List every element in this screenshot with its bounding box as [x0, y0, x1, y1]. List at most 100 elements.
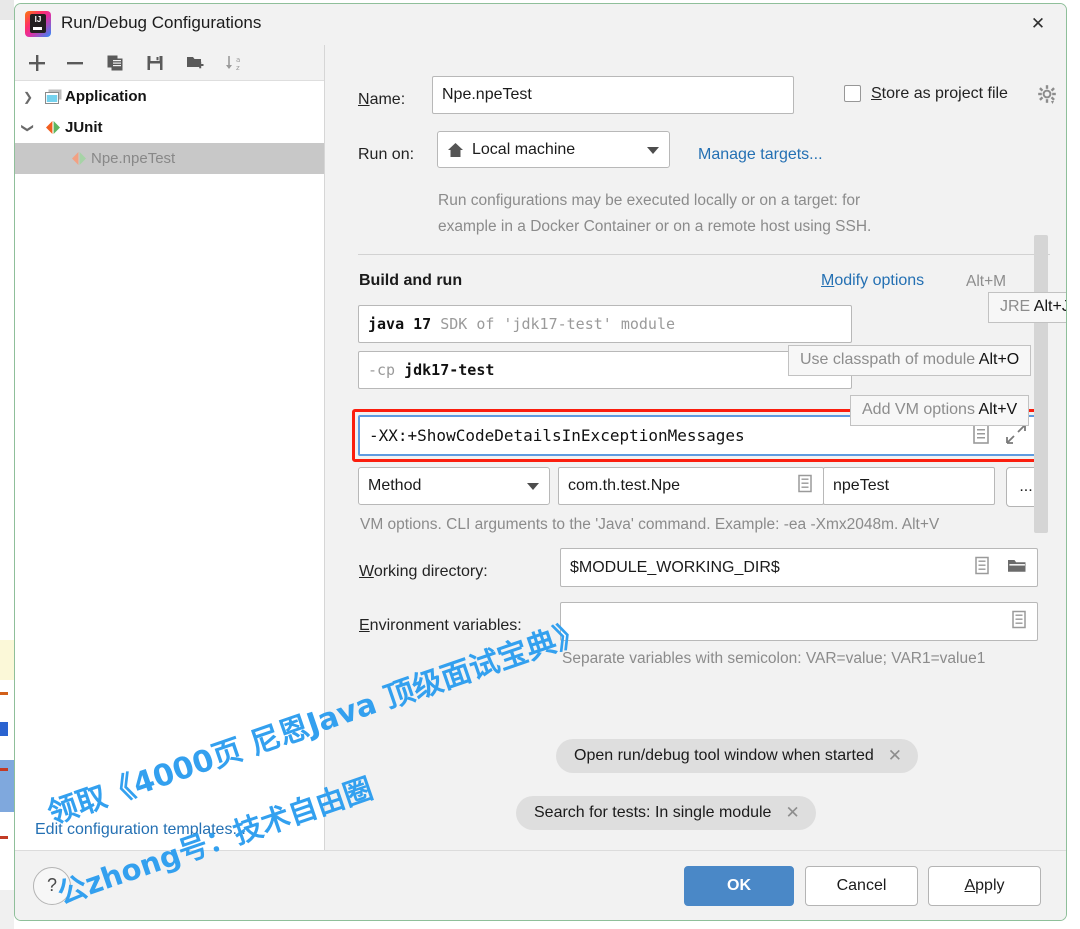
- screenshot-root: IJ Run/Debug Configurations ✕ a z ❯ Appl…: [0, 0, 1080, 929]
- chip-label: Open run/debug tool window when started: [574, 747, 874, 764]
- junit-icon: [41, 120, 65, 135]
- manage-targets-link[interactable]: Manage targets...: [698, 146, 823, 164]
- run-on-value: Local machine: [472, 140, 576, 158]
- section-divider: [358, 254, 1050, 255]
- test-class-value: com.th.test.Npe: [568, 477, 681, 494]
- working-directory-input[interactable]: $MODULE_WORKING_DIR$: [560, 548, 1038, 587]
- folder-add-icon: [186, 54, 204, 72]
- run-on-label: Run on:: [358, 146, 415, 163]
- run-debug-configurations-dialog: IJ Run/Debug Configurations ✕ a z ❯ Appl…: [14, 3, 1067, 921]
- chip-open-run-debug-tool-window[interactable]: Open run/debug tool window when started …: [556, 739, 918, 773]
- add-configuration-button[interactable]: [23, 49, 51, 77]
- minus-icon: [66, 54, 84, 72]
- backdrop-strip: [0, 890, 14, 929]
- name-label: NName:ame:: [358, 91, 406, 108]
- backdrop-strip: [0, 722, 8, 736]
- working-directory-value: $MODULE_WORKING_DIR$: [570, 558, 780, 576]
- list-icon[interactable]: [974, 556, 990, 579]
- help-icon: ?: [46, 875, 57, 895]
- chevron-down-icon[interactable]: ❯: [21, 115, 35, 141]
- folder-icon[interactable]: [1007, 557, 1027, 579]
- test-method-value: npeTest: [833, 477, 890, 494]
- copy-icon: [106, 54, 124, 72]
- tree-toolbar: a z: [15, 45, 324, 81]
- dialog-title: Run/Debug Configurations: [61, 13, 262, 32]
- tooltip-add-vm-options: Add VM options Alt+V: [850, 395, 1030, 426]
- backdrop-strip: [0, 640, 14, 680]
- run-on-dropdown[interactable]: Local machine: [437, 131, 670, 168]
- home-icon: [447, 142, 464, 158]
- backdrop-strip: [0, 768, 8, 771]
- tree-item-junit[interactable]: ❯ JUnit: [15, 112, 324, 143]
- tooltip-use-classpath-of-module: Use classpath of module Alt+O: [788, 345, 1032, 376]
- sort-az-icon: a z: [225, 54, 245, 72]
- modify-options-shortcut: Alt+M: [966, 273, 1007, 290]
- store-as-project-file-checkbox[interactable]: [844, 85, 861, 102]
- configurations-tree: ❯ Application ❯ JUnit Npe.npeTest: [15, 81, 324, 851]
- environment-variables-label: Environment variables:: [359, 617, 522, 634]
- classpath-field-prefix: -cp: [368, 361, 396, 379]
- chevron-down-icon: [647, 146, 659, 154]
- vm-options-hint: VM options. CLI arguments to the 'Java' …: [360, 516, 940, 533]
- tree-item-npe-npetest[interactable]: Npe.npeTest: [15, 143, 324, 174]
- test-class-input[interactable]: com.th.test.Npe: [558, 467, 824, 505]
- name-input[interactable]: Npe.npeTest: [432, 76, 794, 114]
- chip-label: Search for tests: In single module: [534, 804, 772, 821]
- tree-item-label: Application: [65, 88, 147, 105]
- remove-configuration-button[interactable]: [61, 49, 89, 77]
- cancel-button[interactable]: Cancel: [805, 866, 918, 906]
- close-icon[interactable]: ✕: [1024, 10, 1052, 38]
- run-on-description-line2: example in a Docker Container or on a re…: [438, 218, 872, 235]
- chevron-down-icon: [527, 483, 539, 490]
- environment-variables-input[interactable]: [560, 602, 1038, 641]
- sort-configurations-button[interactable]: a z: [221, 49, 249, 77]
- close-icon[interactable]: ✕: [888, 746, 902, 766]
- configuration-form-panel: NName:ame: Npe.npeTest Store as project …: [326, 45, 1066, 851]
- chevron-right-icon[interactable]: ❯: [15, 90, 41, 104]
- help-button[interactable]: ?: [33, 867, 71, 905]
- build-and-run-header: Build and run: [359, 272, 463, 289]
- tree-item-application[interactable]: ❯ Application: [15, 81, 324, 112]
- jre-field-suffix: SDK of 'jdk17-test' module: [440, 315, 676, 333]
- list-icon[interactable]: [797, 474, 813, 498]
- jre-field[interactable]: java 17 SDK of 'jdk17-test' module: [358, 305, 852, 343]
- apply-button[interactable]: Apply: [928, 866, 1041, 906]
- svg-text:z: z: [236, 64, 240, 72]
- content-scrollbar-track[interactable]: [1034, 45, 1048, 851]
- ok-button[interactable]: OK: [684, 866, 794, 906]
- save-configuration-button[interactable]: [141, 49, 169, 77]
- list-icon[interactable]: [1011, 610, 1027, 633]
- run-on-description-line1: Run configurations may be executed local…: [438, 192, 861, 209]
- expand-icon[interactable]: [1006, 423, 1026, 448]
- tree-item-label: Npe.npeTest: [91, 150, 176, 167]
- save-icon: [146, 54, 164, 72]
- close-icon[interactable]: ✕: [785, 803, 799, 823]
- chip-search-for-tests[interactable]: Search for tests: In single module ✕: [516, 796, 816, 830]
- tree-item-label: JUnit: [65, 119, 103, 136]
- new-folder-button[interactable]: [181, 49, 209, 77]
- tooltip-jre: JRE Alt+J: [988, 292, 1066, 323]
- working-directory-label: Working directory:: [359, 563, 488, 580]
- classpath-field-value: jdk17-test: [404, 361, 495, 379]
- store-as-project-file-label: Store as project file: [871, 85, 1008, 102]
- application-icon: [41, 89, 65, 105]
- dialog-titlebar: IJ Run/Debug Configurations ✕: [15, 4, 1066, 45]
- content-scrollbar-thumb[interactable]: [1034, 235, 1048, 533]
- classpath-field[interactable]: -cp jdk17-test: [358, 351, 852, 389]
- environment-variables-hint: Separate variables with semicolon: VAR=v…: [562, 650, 986, 667]
- dialog-footer: ? OK Cancel Apply: [15, 850, 1066, 920]
- list-icon[interactable]: [972, 423, 990, 448]
- edit-configuration-templates-link[interactable]: Edit configuration templates...: [35, 821, 246, 839]
- test-kind-dropdown[interactable]: Method: [358, 467, 550, 505]
- plus-icon: [28, 54, 46, 72]
- backdrop-strip: [0, 836, 8, 839]
- test-method-input[interactable]: npeTest: [823, 467, 995, 505]
- svg-text:a: a: [236, 56, 240, 64]
- modify-options-link[interactable]: Modify options: [821, 272, 924, 290]
- intellij-idea-logo-icon: IJ: [25, 11, 51, 37]
- copy-configuration-button[interactable]: [101, 49, 129, 77]
- backdrop-strip: [0, 692, 8, 695]
- configurations-tree-panel: a z ❯ Application ❯ JUnit Npe.npeTest Ed…: [15, 45, 325, 851]
- jre-field-prefix: java 17: [368, 315, 432, 333]
- junit-icon: [67, 151, 91, 166]
